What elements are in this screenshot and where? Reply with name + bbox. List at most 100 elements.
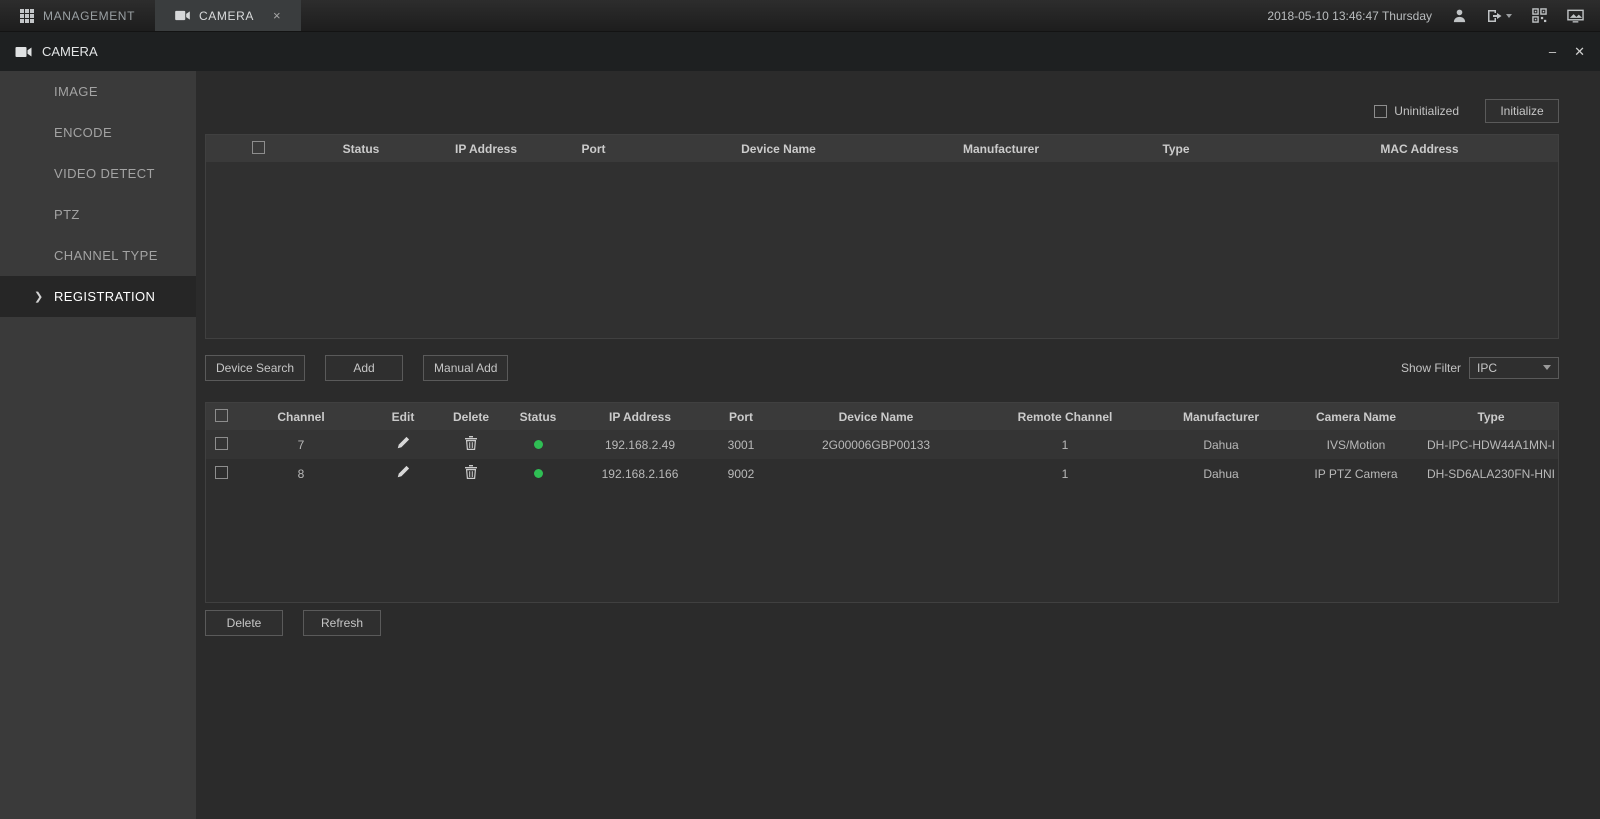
cell-manufacturer: Dahua <box>1154 430 1288 459</box>
minimize-icon[interactable]: – <box>1549 44 1556 59</box>
device-search-button[interactable]: Device Search <box>205 355 305 381</box>
cell-camera-name: IVS/Motion <box>1288 430 1424 459</box>
user-icon[interactable] <box>1452 8 1467 23</box>
sidebar-item-label: ENCODE <box>54 125 112 140</box>
sidebar: ❯ IMAGE ❯ ENCODE ❯ VIDEO DETECT ❯ PTZ ❯ … <box>0 71 196 819</box>
col-header-channel: Channel <box>236 403 366 430</box>
sidebar-item-label: CHANNEL TYPE <box>54 248 158 263</box>
logout-icon[interactable] <box>1487 9 1512 23</box>
show-filter-group: Show Filter IPC <box>1401 357 1559 379</box>
col-header-type: Type <box>1071 135 1281 162</box>
col-header-device-name: Device Name <box>776 403 976 430</box>
select-all-checkbox[interactable] <box>215 409 228 422</box>
cell-remote-channel: 1 <box>976 459 1154 488</box>
row-checkbox[interactable] <box>215 466 228 479</box>
display-icon[interactable] <box>1567 9 1584 23</box>
trash-icon[interactable] <box>465 436 477 450</box>
device-list-table: Channel Edit Delete Status IP Address Po… <box>206 403 1558 488</box>
cell-select <box>206 459 236 488</box>
cell-port: 9002 <box>706 459 776 488</box>
col-header-status: Status <box>311 135 411 162</box>
tab-camera[interactable]: CAMERA × <box>155 0 301 31</box>
col-header-manufacturer: Manufacturer <box>931 135 1071 162</box>
col-header-mac: MAC Address <box>1281 135 1558 162</box>
cell-status <box>502 459 574 488</box>
add-button[interactable]: Add <box>325 355 403 381</box>
edit-pencil-icon[interactable] <box>396 436 410 450</box>
table-row: 8 <box>206 459 1558 488</box>
cell-type: DH-SD6ALA230FN-HNI <box>1424 459 1558 488</box>
select-all-checkbox[interactable] <box>252 141 265 154</box>
sidebar-item-label: IMAGE <box>54 84 98 99</box>
qr-icon[interactable] <box>1532 8 1547 23</box>
col-header-remote-channel: Remote Channel <box>976 403 1154 430</box>
col-header-delete: Delete <box>440 403 502 430</box>
sidebar-item-video-detect[interactable]: ❯ VIDEO DETECT <box>0 153 196 194</box>
show-filter-label: Show Filter <box>1401 361 1461 375</box>
footer-actions: Delete Refresh <box>205 610 1559 636</box>
logout-caret-icon <box>1506 14 1512 18</box>
device-list-panel: Channel Edit Delete Status IP Address Po… <box>205 402 1559 603</box>
cell-port: 3001 <box>706 430 776 459</box>
topbar: MANAGEMENT CAMERA × 2018-05-10 13:46:47 … <box>0 0 1600 32</box>
close-icon[interactable]: ✕ <box>1574 44 1585 60</box>
row-checkbox[interactable] <box>215 437 228 450</box>
tab-management-label: MANAGEMENT <box>43 9 135 23</box>
chevron-right-icon: ❯ <box>34 290 44 303</box>
initialize-button[interactable]: Initialize <box>1485 99 1559 123</box>
col-header-port: Port <box>706 403 776 430</box>
delete-button[interactable]: Delete <box>205 610 283 636</box>
sidebar-item-registration[interactable]: ❯ REGISTRATION <box>0 276 196 317</box>
status-online-dot <box>534 440 543 449</box>
sidebar-item-label: PTZ <box>54 207 80 222</box>
cell-ip: 192.168.2.49 <box>574 430 706 459</box>
trash-icon[interactable] <box>465 465 477 479</box>
tab-camera-label: CAMERA <box>199 9 254 23</box>
search-results-panel: Status IP Address Port Device Name Manuf… <box>205 134 1559 339</box>
dropdown-arrow-icon <box>1543 365 1551 370</box>
cell-delete <box>440 430 502 459</box>
uninitialized-checkbox[interactable] <box>1374 105 1387 118</box>
topbar-right: 2018-05-10 13:46:47 Thursday <box>1267 0 1600 31</box>
cell-device-name <box>776 459 976 488</box>
cell-device-name: 2G00006GBP00133 <box>776 430 976 459</box>
cell-manufacturer: Dahua <box>1154 459 1288 488</box>
refresh-button[interactable]: Refresh <box>303 610 381 636</box>
show-filter-dropdown[interactable]: IPC <box>1469 357 1559 379</box>
cell-remote-channel: 1 <box>976 430 1154 459</box>
col-header-manufacturer: Manufacturer <box>1154 403 1288 430</box>
cell-delete <box>440 459 502 488</box>
window-controls: – ✕ <box>1549 44 1585 60</box>
show-filter-value: IPC <box>1477 361 1497 375</box>
sidebar-item-ptz[interactable]: ❯ PTZ <box>0 194 196 235</box>
main-layout: ❯ IMAGE ❯ ENCODE ❯ VIDEO DETECT ❯ PTZ ❯ … <box>0 71 1600 819</box>
cell-status <box>502 430 574 459</box>
camera-title-icon <box>15 46 32 58</box>
col-header-ip: IP Address <box>411 135 561 162</box>
content: Uninitialized Initialize Status IP Addre… <box>196 71 1600 819</box>
col-header-type: Type <box>1424 403 1558 430</box>
sidebar-item-encode[interactable]: ❯ ENCODE <box>0 112 196 153</box>
col-header-camera-name: Camera Name <box>1288 403 1424 430</box>
sidebar-item-channel-type[interactable]: ❯ CHANNEL TYPE <box>0 235 196 276</box>
titlebar: CAMERA – ✕ <box>0 32 1600 71</box>
cell-edit <box>366 459 440 488</box>
col-header-status: Status <box>502 403 574 430</box>
manual-add-button[interactable]: Manual Add <box>423 355 508 381</box>
tab-management[interactable]: MANAGEMENT <box>0 0 155 31</box>
cell-channel: 7 <box>236 430 366 459</box>
initialize-row: Uninitialized Initialize <box>205 99 1559 123</box>
col-header-port: Port <box>561 135 626 162</box>
datetime: 2018-05-10 13:46:47 Thursday <box>1267 9 1432 23</box>
cell-ip: 192.168.2.166 <box>574 459 706 488</box>
sidebar-item-image[interactable]: ❯ IMAGE <box>0 71 196 112</box>
select-all-header <box>206 135 311 162</box>
col-header-device-name: Device Name <box>626 135 931 162</box>
col-header-ip: IP Address <box>574 403 706 430</box>
edit-pencil-icon[interactable] <box>396 465 410 479</box>
tab-close-icon[interactable]: × <box>273 9 281 22</box>
cell-select <box>206 430 236 459</box>
col-header-edit: Edit <box>366 403 440 430</box>
cell-type: DH-IPC-HDW44A1MN-I <box>1424 430 1558 459</box>
grid-icon <box>20 9 34 23</box>
